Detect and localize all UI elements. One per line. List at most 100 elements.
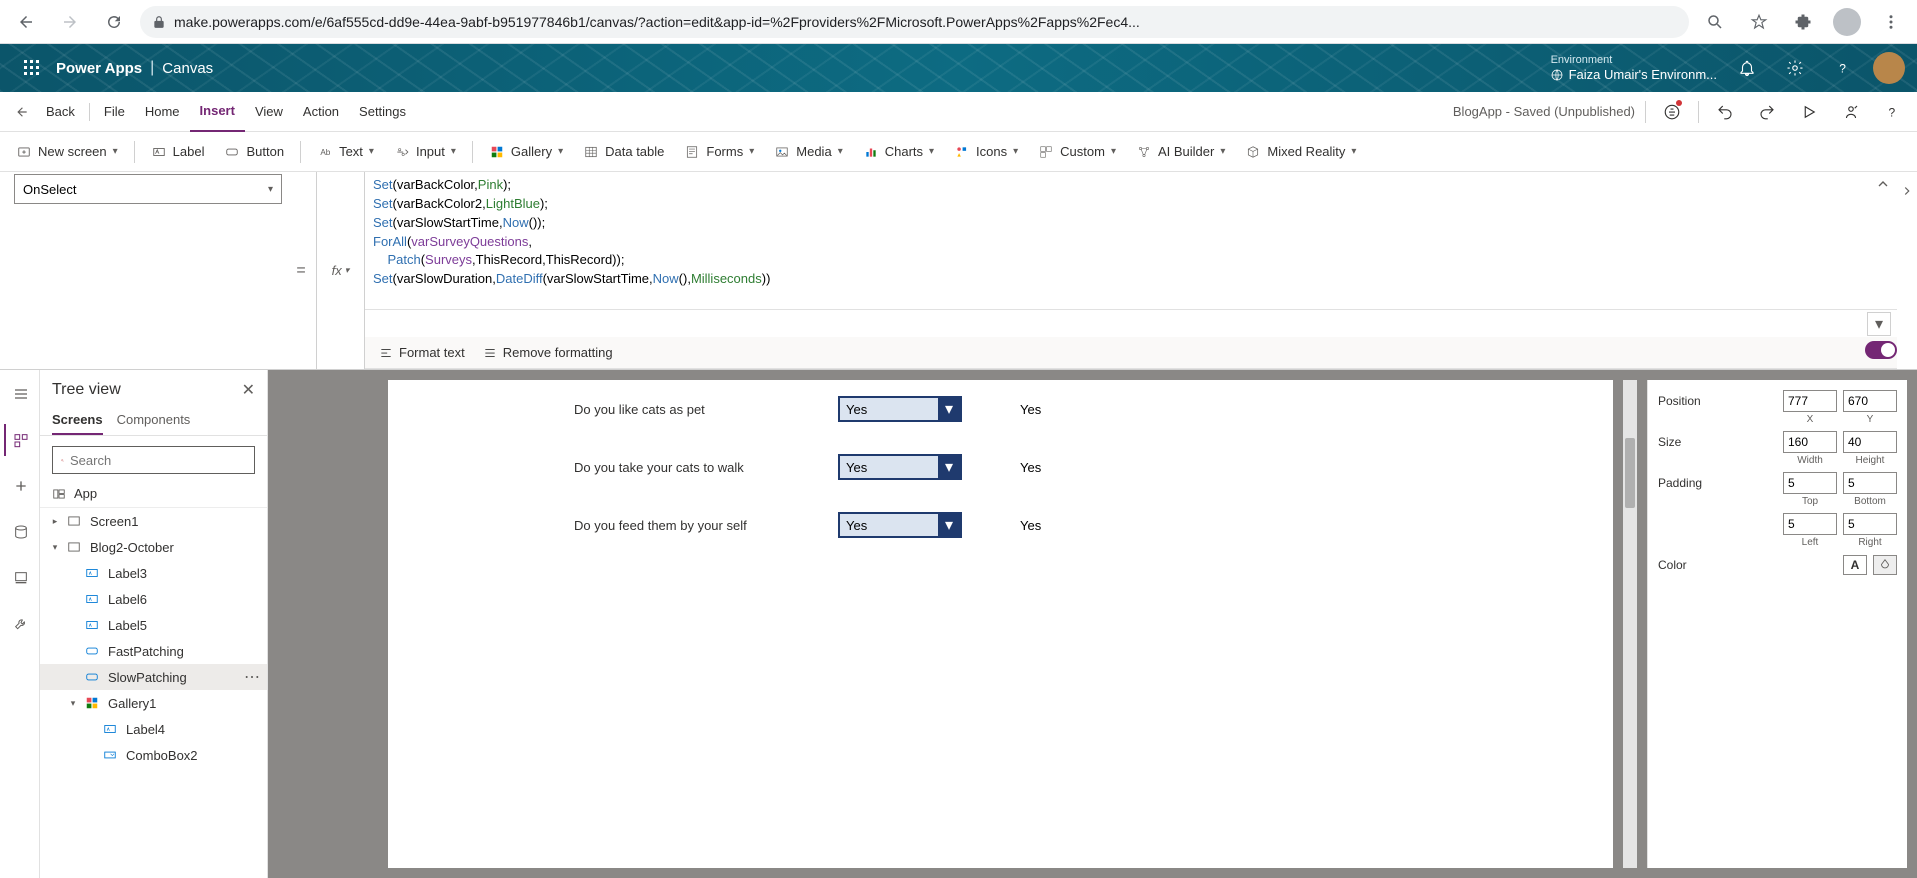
- property-selector[interactable]: OnSelect▾: [14, 174, 282, 204]
- icons-button[interactable]: Icons▾: [946, 136, 1026, 168]
- rail-tree-icon[interactable]: [4, 424, 36, 456]
- remove-formatting-button[interactable]: Remove formatting: [483, 345, 613, 360]
- app-launcher-icon[interactable]: [12, 44, 52, 92]
- zoom-search-icon[interactable]: [1697, 4, 1733, 40]
- rail-data-icon[interactable]: [4, 516, 36, 548]
- pad-bottom-input[interactable]: [1843, 472, 1897, 494]
- menu-settings[interactable]: Settings: [349, 92, 416, 132]
- button-button[interactable]: Button: [216, 136, 292, 168]
- product-name[interactable]: Power Apps: [56, 60, 142, 77]
- datatable-button[interactable]: Data table: [575, 136, 672, 168]
- font-color-swatch[interactable]: A: [1843, 555, 1867, 575]
- redo-icon[interactable]: [1751, 96, 1783, 128]
- tree-item-gallery1[interactable]: ▾Gallery1: [40, 690, 267, 716]
- tree-tab-components[interactable]: Components: [117, 406, 191, 435]
- canvas-area: Do you like cats as petYes▾YesDo you tak…: [268, 370, 1917, 878]
- survey-row: Do you take your cats to walkYes▾Yes: [548, 438, 1613, 496]
- header-separator: |: [150, 59, 154, 77]
- expand-panel-icon[interactable]: [1897, 172, 1917, 369]
- height-input[interactable]: [1843, 431, 1897, 453]
- tree-item-slowpatching[interactable]: SlowPatching⋯: [40, 664, 267, 690]
- menu-back[interactable]: Back: [36, 92, 85, 132]
- tree-item-blog2-october[interactable]: ▾Blog2-October: [40, 534, 267, 560]
- mixed-reality-button[interactable]: Mixed Reality▾: [1237, 136, 1364, 168]
- format-text-button[interactable]: Format text: [379, 345, 465, 360]
- equals-label: =: [286, 172, 316, 369]
- notifications-icon[interactable]: [1729, 50, 1765, 86]
- rail-tools-icon[interactable]: [4, 608, 36, 640]
- tree-item-label3[interactable]: Label3: [40, 560, 267, 586]
- settings-icon[interactable]: [1777, 50, 1813, 86]
- menu-view[interactable]: View: [245, 92, 293, 132]
- media-button[interactable]: Media▾: [766, 136, 850, 168]
- canvas-scrollbar[interactable]: [1623, 380, 1637, 868]
- pos-x-input[interactable]: [1783, 390, 1837, 412]
- width-input[interactable]: [1783, 431, 1837, 453]
- survey-question: Do you like cats as pet: [548, 402, 838, 417]
- extensions-icon[interactable]: [1785, 4, 1821, 40]
- menu-bar: Back FileHomeInsertViewActionSettings Bl…: [0, 92, 1917, 132]
- formula-toggle[interactable]: [1865, 341, 1897, 359]
- lock-icon: [152, 15, 166, 29]
- browser-toolbar: make.powerapps.com/e/6af555cd-dd9e-44ea-…: [0, 0, 1917, 44]
- canvas-sheet[interactable]: Do you like cats as petYes▾YesDo you tak…: [388, 380, 1613, 868]
- tree-item-screen1[interactable]: ▸Screen1: [40, 508, 267, 534]
- menu-home[interactable]: Home: [135, 92, 190, 132]
- ai-builder-button[interactable]: AI Builder▾: [1128, 136, 1233, 168]
- forms-button[interactable]: Forms▾: [676, 136, 762, 168]
- preview-icon[interactable]: [1793, 96, 1825, 128]
- app-checker-icon[interactable]: [1656, 96, 1688, 128]
- rail-media-icon[interactable]: [4, 562, 36, 594]
- charts-button[interactable]: Charts▾: [855, 136, 942, 168]
- tree-item-label4[interactable]: Label4: [40, 716, 267, 742]
- user-avatar[interactable]: [1873, 52, 1905, 84]
- tree-item-fastpatching[interactable]: FastPatching: [40, 638, 267, 664]
- forward-button[interactable]: [52, 4, 88, 40]
- survey-dropdown[interactable]: Yes▾: [838, 396, 962, 422]
- survey-question: Do you feed them by your self: [548, 518, 838, 533]
- bookmark-star-icon[interactable]: [1741, 4, 1777, 40]
- address-bar[interactable]: make.powerapps.com/e/6af555cd-dd9e-44ea-…: [140, 6, 1689, 38]
- fx-button[interactable]: fx▾: [316, 172, 364, 369]
- label-button[interactable]: Label: [143, 136, 213, 168]
- new-screen-button[interactable]: New screen▾: [8, 136, 126, 168]
- text-button[interactable]: AbText▾: [309, 136, 382, 168]
- formula-editor[interactable]: Set(varBackColor,Pink);Set(varBackColor2…: [364, 172, 1897, 369]
- browser-menu-icon[interactable]: [1873, 4, 1909, 40]
- svg-text:?: ?: [1889, 105, 1896, 119]
- survey-dropdown[interactable]: Yes▾: [838, 512, 962, 538]
- environment-selector[interactable]: Environment Faiza Umair's Environm...: [1551, 54, 1717, 83]
- pad-top-input[interactable]: [1783, 472, 1837, 494]
- input-button[interactable]: Input▾: [386, 136, 464, 168]
- menu-action[interactable]: Action: [293, 92, 349, 132]
- custom-button[interactable]: Custom▾: [1030, 136, 1124, 168]
- gallery-button[interactable]: Gallery▾: [481, 136, 571, 168]
- tree-title: Tree view: [52, 381, 121, 399]
- tree-tab-screens[interactable]: Screens: [52, 406, 103, 435]
- survey-dropdown[interactable]: Yes▾: [838, 454, 962, 480]
- tree-item-label5[interactable]: Label5: [40, 612, 267, 638]
- tree-item-combobox2[interactable]: ComboBox2: [40, 742, 267, 768]
- share-icon[interactable]: [1835, 96, 1867, 128]
- close-tree-icon[interactable]: ✕: [242, 380, 255, 400]
- tree-search-input[interactable]: [52, 446, 255, 474]
- fill-color-swatch[interactable]: [1873, 555, 1897, 575]
- formula-result-dropdown[interactable]: ▾: [1867, 312, 1891, 336]
- back-button[interactable]: [8, 4, 44, 40]
- pad-right-input[interactable]: [1843, 513, 1897, 535]
- menu-back-icon[interactable]: [8, 98, 36, 126]
- collapse-formula-icon[interactable]: [1875, 176, 1891, 192]
- rail-insert-icon[interactable]: [4, 470, 36, 502]
- reload-button[interactable]: [96, 4, 132, 40]
- profile-icon[interactable]: [1829, 4, 1865, 40]
- tree-item-label6[interactable]: Label6: [40, 586, 267, 612]
- pos-y-input[interactable]: [1843, 390, 1897, 412]
- menu-file[interactable]: File: [94, 92, 135, 132]
- tree-app-root[interactable]: App: [40, 480, 267, 508]
- menu-insert[interactable]: Insert: [190, 92, 245, 132]
- rail-hamburger-icon[interactable]: [4, 378, 36, 410]
- help-icon[interactable]: ?: [1825, 50, 1861, 86]
- pad-left-input[interactable]: [1783, 513, 1837, 535]
- undo-icon[interactable]: [1709, 96, 1741, 128]
- help-menu-icon[interactable]: ?: [1877, 96, 1909, 128]
